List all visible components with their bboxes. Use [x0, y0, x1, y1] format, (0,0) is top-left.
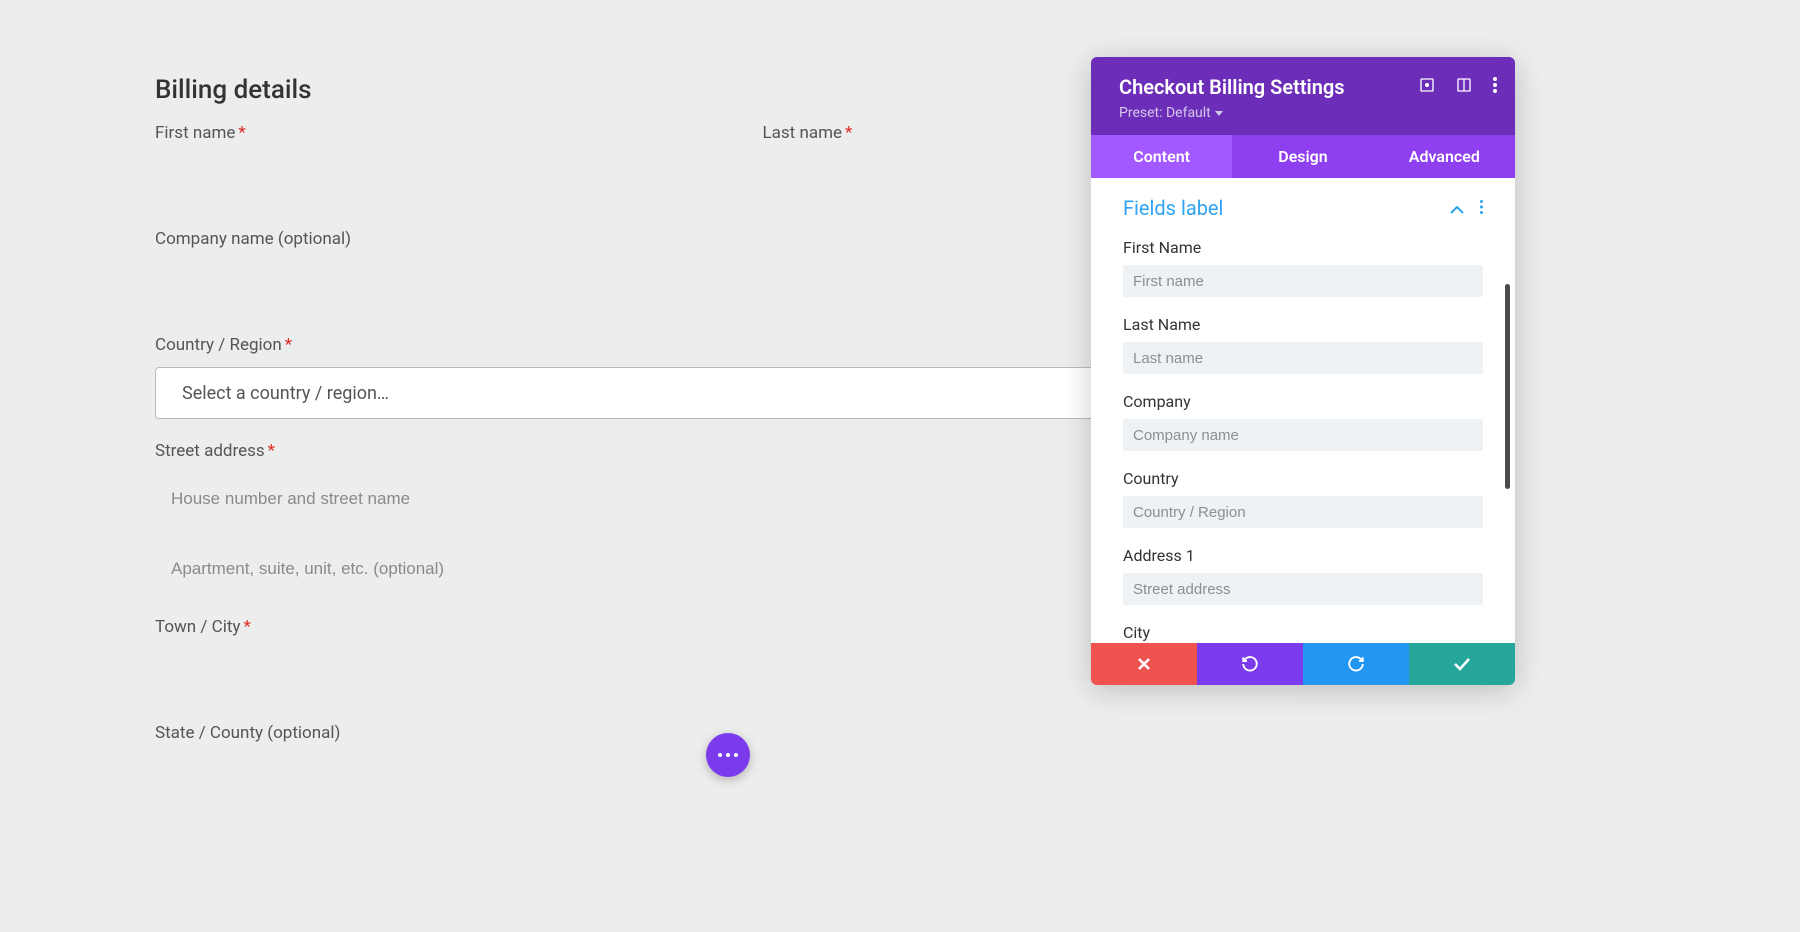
tab-advanced[interactable]: Advanced [1374, 135, 1515, 178]
setting-label: Company [1123, 392, 1483, 411]
setting-company: Company [1123, 392, 1483, 451]
panel-preset[interactable]: Preset: Default [1119, 105, 1487, 121]
columns-icon[interactable] [1456, 77, 1472, 93]
undo-button[interactable] [1197, 643, 1303, 685]
scrollbar-thumb[interactable] [1505, 284, 1510, 489]
setting-last-name: Last Name [1123, 315, 1483, 374]
setting-label: Country [1123, 469, 1483, 488]
first-name-group: First name* [155, 123, 688, 207]
panel-body: Fields label First Name Last Name Compan… [1091, 178, 1515, 643]
section-title[interactable]: Fields label [1123, 196, 1223, 220]
dot-icon [726, 753, 730, 757]
first-name-label: First name* [155, 123, 688, 143]
more-vertical-icon[interactable] [1493, 77, 1497, 93]
setting-last-name-input[interactable] [1123, 342, 1483, 374]
tab-design[interactable]: Design [1232, 135, 1373, 178]
panel-tabs: Content Design Advanced [1091, 135, 1515, 178]
redo-button[interactable] [1303, 643, 1409, 685]
first-name-input[interactable] [155, 155, 685, 207]
last-name-label-text: Last name [763, 123, 843, 143]
required-asterisk: * [238, 123, 245, 143]
section-header: Fields label [1123, 196, 1483, 220]
setting-country-input[interactable] [1123, 496, 1483, 528]
first-name-label-text: First name [155, 123, 235, 143]
preset-label-text: Preset: Default [1119, 105, 1211, 121]
setting-label: Address 1 [1123, 546, 1483, 565]
panel-header: Checkout Billing Settings Preset: Defaul… [1091, 57, 1515, 135]
save-button[interactable] [1409, 643, 1515, 685]
required-asterisk: * [268, 441, 275, 461]
setting-label: Last Name [1123, 315, 1483, 334]
expand-icon[interactable] [1419, 77, 1435, 93]
setting-first-name: First Name [1123, 238, 1483, 297]
setting-label: First Name [1123, 238, 1483, 257]
setting-first-name-input[interactable] [1123, 265, 1483, 297]
setting-company-input[interactable] [1123, 419, 1483, 451]
setting-address1-input[interactable] [1123, 573, 1483, 605]
street-label-text: Street address [155, 441, 265, 461]
setting-country: Country [1123, 469, 1483, 528]
dot-icon [718, 753, 722, 757]
country-select-placeholder: Select a country / region… [182, 383, 389, 404]
fab-more-button[interactable] [706, 733, 750, 777]
required-asterisk: * [845, 123, 852, 143]
caret-down-icon [1215, 111, 1223, 116]
setting-city: City [1123, 623, 1483, 642]
chevron-up-icon[interactable] [1450, 199, 1464, 218]
more-vertical-icon[interactable] [1480, 199, 1483, 218]
dot-icon [734, 753, 738, 757]
city-label-text: Town / City [155, 617, 240, 637]
panel-footer [1091, 643, 1515, 685]
tab-content[interactable]: Content [1091, 135, 1232, 178]
setting-label: City [1123, 623, 1483, 642]
required-asterisk: * [285, 335, 292, 355]
country-label-text: Country / Region [155, 335, 282, 355]
close-button[interactable] [1091, 643, 1197, 685]
settings-panel: Checkout Billing Settings Preset: Defaul… [1091, 57, 1515, 685]
required-asterisk: * [243, 617, 250, 637]
setting-address1: Address 1 [1123, 546, 1483, 605]
